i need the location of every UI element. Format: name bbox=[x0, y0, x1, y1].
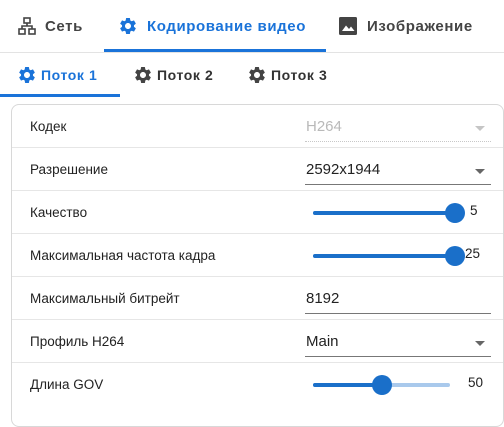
quality-value: 5 bbox=[470, 203, 478, 218]
active-stream-indicator bbox=[0, 94, 120, 97]
chevron-down-icon bbox=[475, 169, 485, 174]
gov-length-value: 50 bbox=[468, 375, 484, 390]
gear-icon bbox=[247, 65, 267, 85]
gov-length-slider[interactable] bbox=[313, 375, 450, 395]
h264-profile-value: Main bbox=[306, 333, 339, 350]
row-resolution: Разрешение 2592x1944 bbox=[12, 148, 503, 191]
gov-length-slider-thumb[interactable] bbox=[371, 375, 392, 395]
max-framerate-slider[interactable] bbox=[313, 246, 465, 266]
row-gov-length: Длина GOV 50 bbox=[12, 363, 503, 406]
row-max-framerate: Максимальная частота кадра 25 bbox=[12, 234, 503, 277]
quality-label: Качество bbox=[30, 205, 88, 220]
row-h264-profile: Профиль H264 Main bbox=[12, 320, 503, 363]
gear-icon bbox=[17, 65, 37, 85]
chevron-down-icon bbox=[475, 126, 485, 131]
tab-video-encoding[interactable]: Кодирование видео bbox=[118, 0, 306, 52]
quality-slider-fill bbox=[313, 211, 455, 215]
row-codec: Кодек H264 bbox=[12, 105, 503, 148]
gear-icon bbox=[133, 65, 153, 85]
encoding-settings-panel: Кодек H264 Разрешение 2592x1944 Качество… bbox=[11, 104, 504, 427]
top-tab-bar: Сеть Кодирование видео Изображение bbox=[0, 0, 504, 52]
gear-icon bbox=[118, 16, 138, 36]
tab-stream-3[interactable]: Поток 3 bbox=[247, 53, 327, 97]
h264-profile-select[interactable]: Main bbox=[305, 330, 491, 357]
max-bitrate-value: 8192 bbox=[306, 290, 340, 307]
tab-network[interactable]: Сеть bbox=[18, 0, 83, 52]
max-framerate-slider-thumb[interactable] bbox=[445, 246, 465, 266]
tab-stream-2[interactable]: Поток 2 bbox=[133, 53, 213, 97]
row-max-bitrate: Максимальный битрейт 8192 bbox=[12, 277, 503, 320]
gov-length-label: Длина GOV bbox=[30, 377, 104, 392]
row-quality: Качество 5 bbox=[12, 191, 503, 234]
stream-tab-bar: Поток 1 Поток 2 Поток 3 bbox=[0, 53, 504, 97]
tab-stream-3-label: Поток 3 bbox=[271, 67, 328, 83]
max-bitrate-label: Максимальный битрейт bbox=[30, 291, 180, 306]
tab-video-encoding-label: Кодирование видео bbox=[147, 17, 307, 35]
h264-profile-label: Профиль H264 bbox=[30, 334, 125, 349]
max-framerate-value: 25 bbox=[465, 246, 481, 261]
max-bitrate-input[interactable]: 8192 bbox=[305, 287, 491, 314]
resolution-value: 2592x1944 bbox=[306, 161, 381, 178]
tab-stream-1[interactable]: Поток 1 bbox=[17, 53, 97, 97]
max-framerate-slider-fill bbox=[313, 254, 455, 258]
tab-stream-2-label: Поток 2 bbox=[157, 67, 214, 83]
tab-image[interactable]: Изображение bbox=[338, 0, 473, 52]
resolution-select[interactable]: 2592x1944 bbox=[305, 158, 491, 185]
tab-network-label: Сеть bbox=[45, 17, 83, 35]
network-icon bbox=[18, 17, 36, 35]
image-icon bbox=[338, 16, 358, 36]
codec-label: Кодек bbox=[30, 119, 67, 134]
tab-image-label: Изображение bbox=[367, 17, 473, 35]
max-framerate-label: Максимальная частота кадра bbox=[30, 248, 216, 263]
tab-stream-1-label: Поток 1 bbox=[41, 67, 98, 83]
resolution-label: Разрешение bbox=[30, 162, 108, 177]
codec-select: H264 bbox=[305, 115, 491, 142]
chevron-down-icon bbox=[475, 341, 485, 346]
quality-slider[interactable] bbox=[313, 203, 465, 223]
codec-value: H264 bbox=[306, 118, 342, 135]
quality-slider-thumb[interactable] bbox=[445, 203, 465, 223]
